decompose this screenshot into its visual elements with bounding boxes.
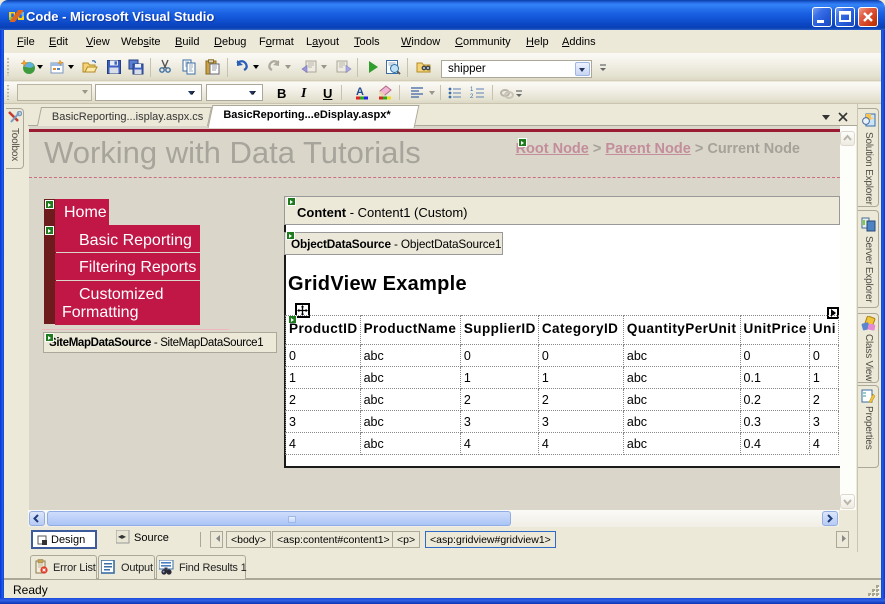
svg-text:1: 1 xyxy=(470,87,474,93)
svg-text:A: A xyxy=(356,86,364,98)
svg-text:◂▸: ◂▸ xyxy=(118,532,126,541)
svg-text:2: 2 xyxy=(470,94,474,100)
